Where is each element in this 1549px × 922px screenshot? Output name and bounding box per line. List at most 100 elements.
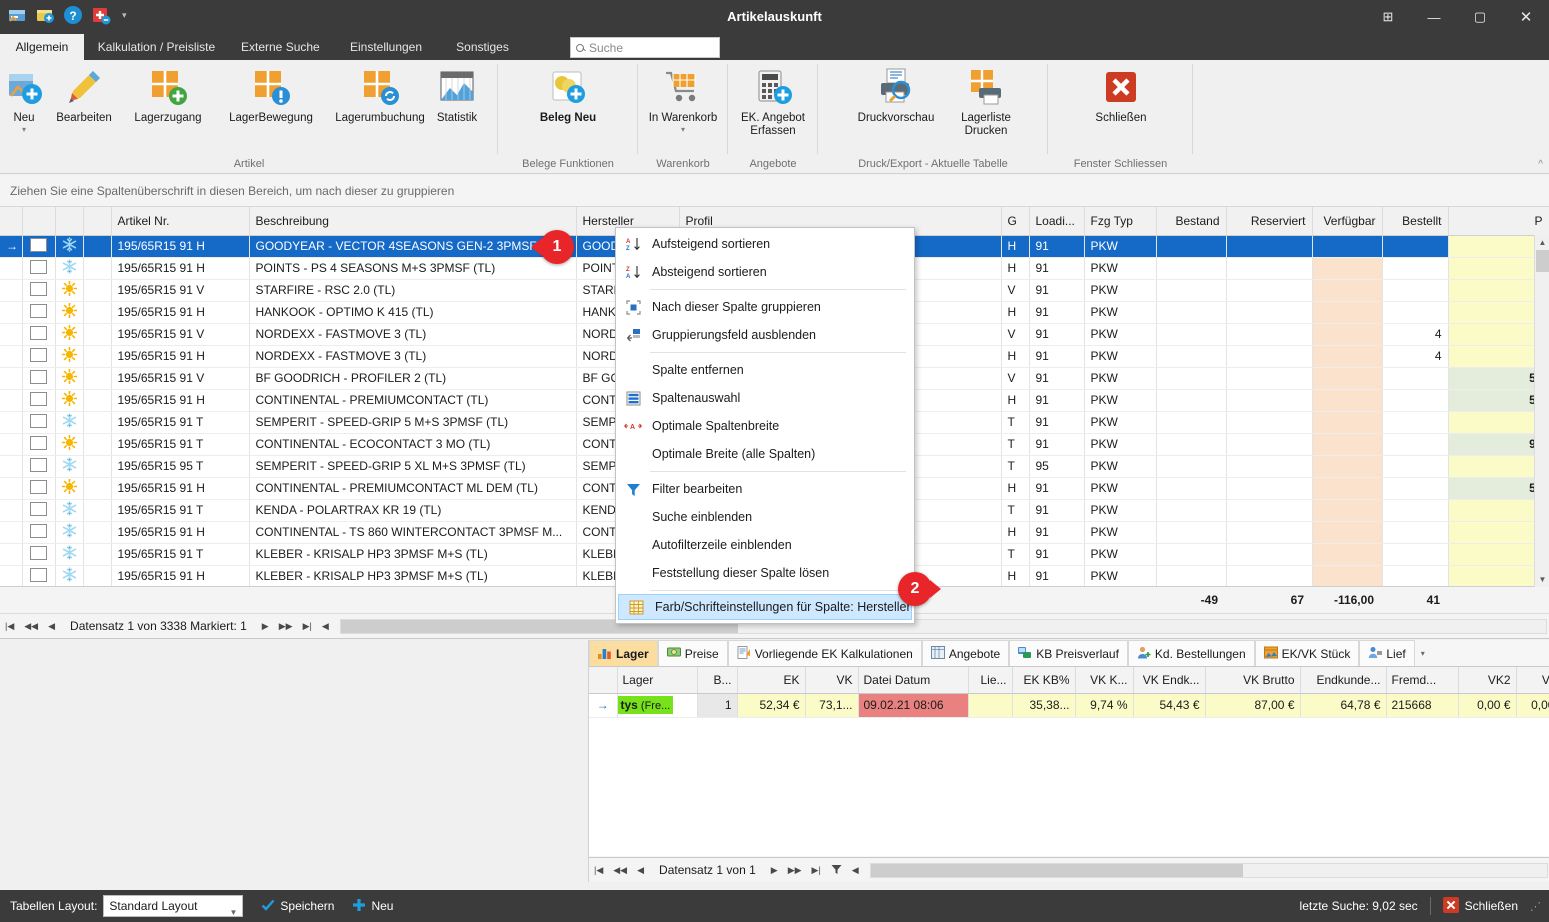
- filter-icon[interactable]: [826, 864, 847, 877]
- row-checkbox[interactable]: [30, 435, 47, 450]
- detail-column-header-ek[interactable]: EK: [737, 667, 806, 694]
- detail-tabs-overflow-button[interactable]: ▾: [1415, 640, 1431, 666]
- add-article-icon[interactable]: [34, 4, 56, 26]
- row-checkbox-cell[interactable]: [22, 323, 56, 346]
- row-checkbox[interactable]: [30, 523, 47, 538]
- row-checkbox-cell[interactable]: [22, 279, 56, 302]
- speichern-button[interactable]: Speichern: [261, 898, 334, 915]
- ribbon-button-neu[interactable]: Neu ▾: [0, 66, 48, 135]
- detail-column-header-arrow[interactable]: [589, 667, 618, 694]
- detail-column-header-endkunde[interactable]: Endkunde...: [1300, 667, 1387, 694]
- detail-column-header-vk2[interactable]: VK2: [1458, 667, 1517, 694]
- grid-vertical-scrollbar[interactable]: ▲ ▼: [1534, 235, 1549, 587]
- nav-prev-button[interactable]: ◀: [43, 621, 60, 632]
- grid-column-header-season[interactable]: [55, 207, 84, 236]
- detail-nav-next-page-button[interactable]: ▶▶: [783, 865, 807, 876]
- detail-column-header-fremd[interactable]: Fremd...: [1386, 667, 1459, 694]
- article-icon[interactable]: [6, 4, 28, 26]
- detail-column-header-vkk[interactable]: VK K...: [1075, 667, 1134, 694]
- detail-tab-preise[interactable]: Preise: [657, 640, 728, 666]
- context-menu-item-farb-schrifteinstellungen-f-r-spalte-herstelle[interactable]: Farb/Schrifteinstellungen für Spalte: He…: [618, 594, 912, 620]
- row-checkbox[interactable]: [30, 281, 47, 296]
- row-checkbox-cell[interactable]: [22, 257, 56, 280]
- detail-column-header-lie[interactable]: Lie...: [968, 667, 1013, 694]
- row-checkbox[interactable]: [30, 545, 47, 560]
- detail-tab-vorliegende-ek-kalkulationen[interactable]: Vorliegende EK Kalkulationen: [727, 640, 922, 666]
- detail-tab-kb-preisverlauf[interactable]: KB Preisverlauf: [1009, 640, 1128, 666]
- detail-nav-extra-button[interactable]: ◀: [847, 865, 864, 876]
- row-checkbox[interactable]: [30, 347, 47, 362]
- row-checkbox-cell[interactable]: [22, 433, 56, 456]
- maximize-button[interactable]: ▢: [1457, 0, 1503, 34]
- nav-last-button[interactable]: ▶|: [298, 621, 317, 632]
- detail-column-header-ekkb[interactable]: EK KB%: [1012, 667, 1076, 694]
- context-menu-item-absteigend-sortieren[interactable]: Z A Absteigend sortieren: [616, 258, 914, 286]
- detail-nav-next-button[interactable]: ▶: [766, 865, 783, 876]
- restore-layout-button[interactable]: ⊞: [1365, 0, 1411, 34]
- tabellen-layout-select[interactable]: Standard Layout ▼: [103, 895, 244, 917]
- grid-column-header-preis[interactable]: P: [1448, 207, 1549, 236]
- column-context-menu[interactable]: A Z Aufsteigend sortieren Z A Absteigend sort…: [615, 227, 915, 624]
- chevron-down-icon[interactable]: ▾: [0, 125, 48, 135]
- detail-tab-ek-vk-st-ck[interactable]: EK/VK Stück: [1254, 640, 1360, 666]
- detail-column-header-vkendk[interactable]: VK Endk...: [1133, 667, 1206, 694]
- row-checkbox-cell[interactable]: [22, 521, 56, 544]
- group-by-panel[interactable]: Ziehen Sie eine Spaltenüberschrift in di…: [0, 175, 1549, 207]
- ribbon-button-schlie-en[interactable]: Schließen: [1078, 66, 1164, 125]
- detail-column-header-b[interactable]: B...: [697, 667, 738, 694]
- ribbon-tab-sonstiges[interactable]: Sonstiges: [441, 34, 524, 60]
- close-button[interactable]: ✕: [1503, 0, 1549, 34]
- grid-column-header-bestellt[interactable]: Bestellt: [1382, 207, 1449, 236]
- context-menu-item-spalte-entfernen[interactable]: Spalte entfernen: [616, 356, 914, 384]
- row-checkbox-cell[interactable]: [22, 389, 56, 412]
- nav-first-button[interactable]: |◀: [0, 621, 19, 632]
- context-menu-item-gruppierungsfeld-ausblenden[interactable]: Gruppierungsfeld ausblenden: [616, 321, 914, 349]
- row-checkbox-cell[interactable]: [22, 477, 56, 500]
- row-checkbox-cell[interactable]: [22, 543, 56, 566]
- detail-column-header-dateidatum[interactable]: Datei Datum: [858, 667, 969, 694]
- grid-column-header-bestand[interactable]: Bestand: [1156, 207, 1227, 236]
- ribbon-button-beleg-neu[interactable]: Beleg Neu: [525, 66, 611, 125]
- row-checkbox[interactable]: [30, 369, 47, 384]
- ribbon-button-statistik[interactable]: Statistik: [424, 66, 490, 125]
- row-checkbox[interactable]: [30, 325, 47, 340]
- minimize-button[interactable]: —: [1411, 0, 1457, 34]
- scroll-up-arrow-icon[interactable]: ▲: [1535, 235, 1549, 250]
- row-checkbox-cell[interactable]: [22, 499, 56, 522]
- detail-tab-lager[interactable]: Lager: [589, 640, 658, 666]
- detail-nav-last-button[interactable]: ▶|: [807, 865, 826, 876]
- scroll-down-arrow-icon[interactable]: ▼: [1535, 572, 1549, 587]
- context-menu-item-optimale-breite-alle-spalten[interactable]: Optimale Breite (alle Spalten): [616, 440, 914, 468]
- row-checkbox-cell[interactable]: [22, 345, 56, 368]
- row-checkbox[interactable]: [30, 303, 47, 318]
- context-menu-item-autofilterzeile-einblenden[interactable]: Autofilterzeile einblenden: [616, 531, 914, 559]
- ribbon-tab-kalkulation-preisliste[interactable]: Kalkulation / Preisliste: [84, 34, 229, 60]
- grid-column-header-verfugbar[interactable]: Verfügbar: [1312, 207, 1383, 236]
- context-menu-item-nach-dieser-spalte-gruppieren[interactable]: Nach dieser Spalte gruppieren: [616, 293, 914, 321]
- resize-grip-icon[interactable]: ⋰: [1518, 900, 1549, 913]
- row-checkbox[interactable]: [30, 413, 47, 428]
- quick-access-caret-icon[interactable]: ▾: [122, 10, 127, 21]
- nav-next-page-button[interactable]: ▶▶: [274, 621, 298, 632]
- ribbon-collapse-button[interactable]: ^: [1538, 159, 1543, 170]
- detail-column-header-lager[interactable]: Lager: [617, 667, 698, 694]
- ribbon-button-ek-angebot-erfassen[interactable]: EK. Angebot Erfassen: [730, 66, 816, 138]
- context-menu-item-filter-bearbeiten[interactable]: Filter bearbeiten: [616, 475, 914, 503]
- detail-tab-angebote[interactable]: Angebote: [921, 640, 1010, 666]
- row-checkbox-cell[interactable]: [22, 301, 56, 324]
- grid-column-header-blank[interactable]: [83, 207, 112, 236]
- grid-column-header-artikelnr[interactable]: Artikel Nr.: [111, 207, 250, 236]
- row-checkbox-cell[interactable]: [22, 367, 56, 390]
- ribbon-search-box[interactable]: Suche: [570, 37, 720, 58]
- nav-next-button[interactable]: ▶: [257, 621, 274, 632]
- row-checkbox-cell[interactable]: [22, 565, 56, 586]
- detail-horizontal-scrollbar[interactable]: [869, 862, 1548, 878]
- first-aid-icon[interactable]: [90, 4, 112, 26]
- nav-extra-button[interactable]: ◀: [317, 621, 334, 632]
- row-checkbox[interactable]: [30, 259, 47, 274]
- grid-column-header-beschr[interactable]: Beschreibung: [249, 207, 577, 236]
- grid-column-header-loadi[interactable]: Loadi...: [1029, 207, 1085, 236]
- row-checkbox[interactable]: [30, 567, 47, 582]
- grid-column-header-reserviert[interactable]: Reserviert: [1226, 207, 1313, 236]
- ribbon-button-lagerzugang[interactable]: Lagerzugang: [124, 66, 212, 125]
